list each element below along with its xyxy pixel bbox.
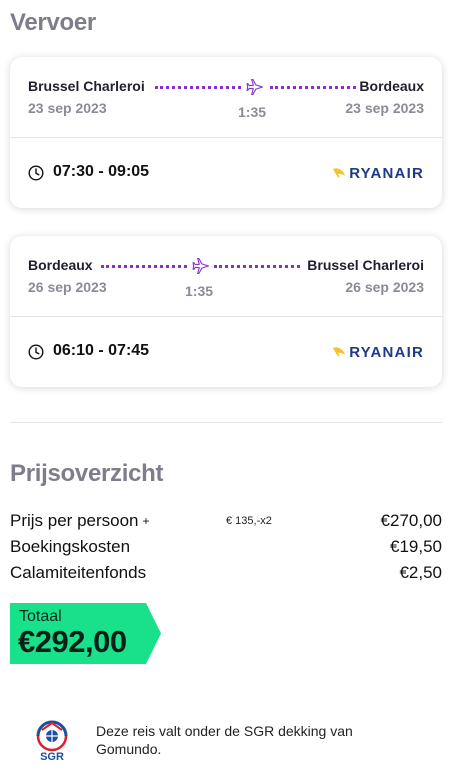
flight-card-return[interactable]: Bordeaux Brussel Charleroi 26 sep 2023 1… xyxy=(10,236,442,387)
price-per-person-amount: €270,00 xyxy=(380,511,442,530)
flight-card-outbound[interactable]: Brussel Charleroi Bordeaux 23 sep 2023 1… xyxy=(10,57,442,208)
arrival-city: Bordeaux xyxy=(359,78,424,94)
sgr-coverage-text: Deze reis valt onder de SGR dekking van … xyxy=(96,723,353,757)
booking-fee-label: Boekingskosten xyxy=(10,537,131,556)
price-per-person-detail: € 135,-x2 xyxy=(226,515,272,527)
plane-icon xyxy=(246,78,264,96)
flight-route-info: Bordeaux Brussel Charleroi 26 sep 2023 1… xyxy=(10,236,442,317)
route-dots-left xyxy=(155,86,241,89)
route-line xyxy=(155,77,356,97)
arrival-date: 23 sep 2023 xyxy=(345,100,424,116)
route-dots-left xyxy=(101,265,187,268)
price-section-title: Prijsoverzicht xyxy=(10,460,164,487)
airline-name: RYANAIR xyxy=(349,343,424,361)
price-row-calamity-fund: Calamiteitenfonds €2,50 xyxy=(10,563,442,585)
price-row-per-person: Prijs per persoon + € 135,-x2 €270,00 xyxy=(10,511,442,533)
calamity-fund-amount: €2,50 xyxy=(399,563,442,582)
section-divider xyxy=(10,422,442,423)
departure-date: 26 sep 2023 xyxy=(28,279,107,295)
ryanair-harp-icon xyxy=(333,347,346,357)
arrival-date: 26 sep 2023 xyxy=(345,279,424,295)
calamity-fund-label: Calamiteitenfonds xyxy=(10,563,147,582)
sgr-logo-text: SGR xyxy=(40,751,64,763)
flight-time-info: 06:10 - 07:45 RYANAIR xyxy=(10,317,442,387)
flight-time-info: 07:30 - 09:05 RYANAIR xyxy=(10,138,442,208)
ryanair-harp-icon xyxy=(333,168,346,178)
clock-icon xyxy=(28,344,44,360)
transport-section-title: Vervoer xyxy=(10,9,96,36)
sgr-globe-icon: SGR xyxy=(36,720,68,763)
flight-times: 07:30 - 09:05 xyxy=(53,163,150,180)
airline-logo: RYANAIR xyxy=(332,343,424,361)
departure-city: Brussel Charleroi xyxy=(28,78,145,94)
flight-duration: 1:35 xyxy=(238,104,267,120)
price-row-booking-fee: Boekingskosten €19,50 xyxy=(10,537,442,559)
total-amount: €292,00 xyxy=(18,624,127,659)
flight-route-info: Brussel Charleroi Bordeaux 23 sep 2023 1… xyxy=(10,57,442,138)
airline-logo: RYANAIR xyxy=(332,164,424,182)
flight-times: 06:10 - 07:45 xyxy=(53,342,150,359)
price-per-person-toggle[interactable]: + xyxy=(143,514,150,528)
booking-fee-amount: €19,50 xyxy=(390,537,442,556)
total-price-badge: Totaal €292,00 xyxy=(10,603,161,664)
plane-icon xyxy=(192,257,210,275)
clock-icon xyxy=(28,165,44,181)
price-per-person-label: Prijs per persoon xyxy=(10,511,139,530)
departure-date: 23 sep 2023 xyxy=(28,100,107,116)
route-dots-right xyxy=(270,86,356,89)
departure-city: Bordeaux xyxy=(28,257,93,273)
airline-name: RYANAIR xyxy=(349,164,424,182)
flight-duration: 1:35 xyxy=(185,283,214,299)
price-label: Prijs per persoon + xyxy=(10,511,150,531)
route-line xyxy=(101,256,300,276)
route-dots-right xyxy=(214,265,300,268)
arrival-city: Brussel Charleroi xyxy=(307,257,424,273)
